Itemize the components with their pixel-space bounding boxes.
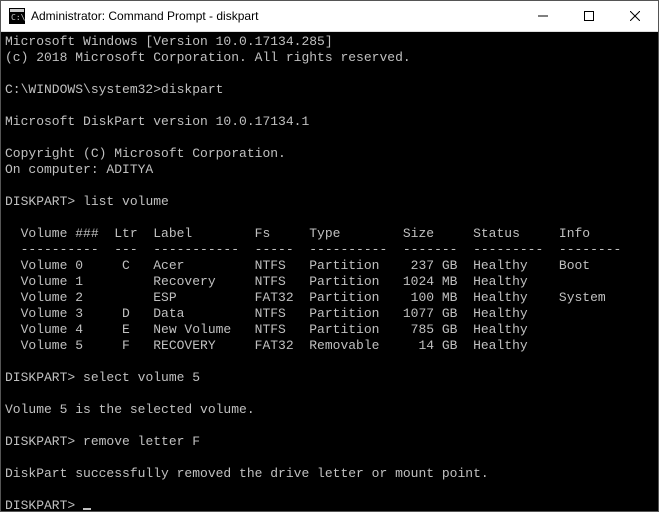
prompt: C:\WINDOWS\system32>	[5, 82, 161, 97]
command-text: list volume	[83, 194, 169, 209]
volume-table: Volume ### Ltr Label Fs Type Size Status…	[5, 226, 621, 353]
command-text: remove letter F	[83, 434, 200, 449]
diskpart-prompt: DISKPART>	[5, 434, 75, 449]
close-button[interactable]	[612, 1, 658, 31]
banner-line: (c) 2018 Microsoft Corporation. All righ…	[5, 50, 411, 65]
command-text: diskpart	[161, 82, 223, 97]
titlebar[interactable]: C:\ Administrator: Command Prompt - disk…	[1, 1, 658, 32]
minimize-button[interactable]	[520, 1, 566, 31]
maximize-button[interactable]	[566, 1, 612, 31]
diskpart-prompt: DISKPART>	[5, 194, 75, 209]
output-line: On computer: ADITYA	[5, 162, 153, 177]
output-line: Microsoft DiskPart version 10.0.17134.1	[5, 114, 309, 129]
window-title: Administrator: Command Prompt - diskpart	[31, 9, 520, 23]
output-line: Volume 5 is the selected volume.	[5, 402, 255, 417]
banner-line: Microsoft Windows [Version 10.0.17134.28…	[5, 34, 333, 49]
diskpart-prompt: DISKPART>	[5, 498, 75, 511]
cmd-icon: C:\	[9, 8, 25, 24]
terminal-output[interactable]: Microsoft Windows [Version 10.0.17134.28…	[1, 32, 658, 511]
svg-text:C:\: C:\	[11, 13, 25, 22]
output-line: DiskPart successfully removed the drive …	[5, 466, 489, 481]
output-line: Copyright (C) Microsoft Corporation.	[5, 146, 286, 161]
diskpart-prompt: DISKPART>	[5, 370, 75, 385]
cursor	[83, 508, 91, 510]
command-text: select volume 5	[83, 370, 200, 385]
window-controls	[520, 1, 658, 31]
